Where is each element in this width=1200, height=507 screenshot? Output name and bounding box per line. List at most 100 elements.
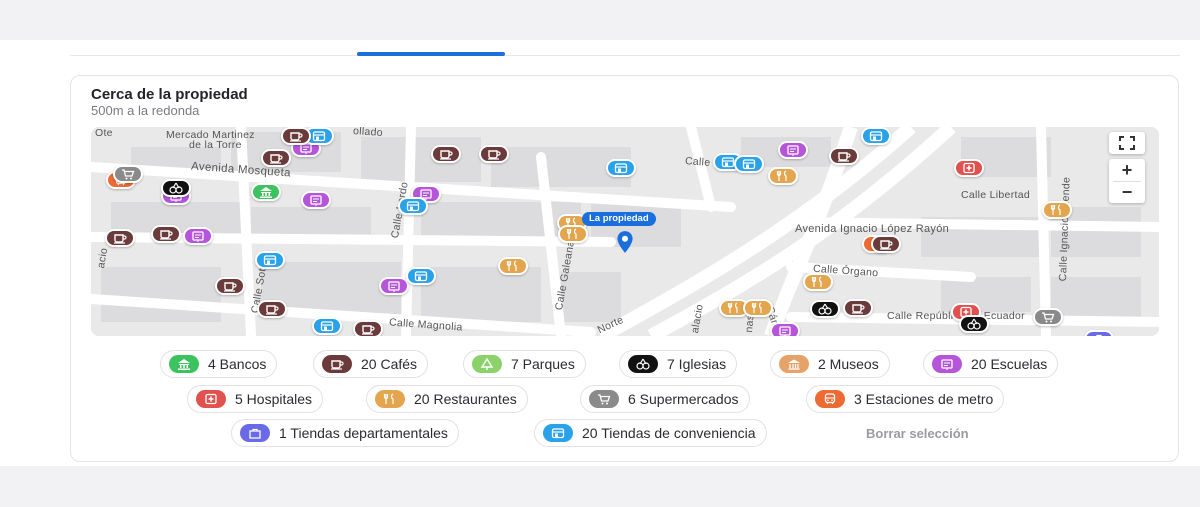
school-icon (779, 326, 791, 336)
bank-map-marker[interactable] (251, 183, 281, 201)
restaurant-icon (566, 228, 577, 239)
convenience-store-icon (406, 201, 420, 212)
zoom-out-button[interactable]: − (1122, 182, 1133, 203)
category-label: 7 Iglesias (667, 356, 727, 372)
coffee-icon (114, 234, 127, 244)
category-label: 20 Escuelas (971, 356, 1048, 372)
coffee-map-marker[interactable] (843, 299, 873, 317)
convenience-store-map-marker[interactable] (312, 317, 342, 335)
category-label: 5 Hospitales (235, 391, 313, 407)
category-chip[interactable]: 2 Museos (770, 350, 890, 378)
coffee-icon (160, 230, 173, 240)
school-map-marker[interactable] (379, 277, 409, 295)
department-store-badge (240, 424, 270, 442)
restaurant-map-marker[interactable] (743, 299, 773, 317)
restaurant-map-marker[interactable] (768, 167, 798, 185)
cart-map-marker[interactable] (113, 165, 143, 183)
coffee-map-marker[interactable] (105, 229, 135, 247)
hospital-icon (205, 393, 217, 405)
cart-icon (598, 394, 611, 405)
restaurant-map-marker[interactable] (498, 257, 528, 275)
convenience-store-map-marker[interactable] (398, 197, 428, 215)
category-label: 3 Estaciones de metro (854, 391, 994, 407)
church-map-marker[interactable] (161, 179, 191, 197)
category-chip[interactable]: 20 Escuelas (923, 350, 1059, 378)
street-label: Ote (95, 127, 113, 139)
category-chip[interactable]: 7 Parques (463, 350, 586, 378)
street-label: ollado (352, 127, 384, 140)
restaurant-map-marker[interactable] (803, 273, 833, 291)
coffee-map-marker[interactable] (431, 145, 461, 163)
convenience-store-icon (263, 255, 277, 266)
coffee-icon (880, 240, 893, 250)
coffee-map-marker[interactable] (829, 147, 859, 165)
convenience-store-icon (320, 321, 334, 332)
school-map-marker[interactable] (183, 227, 213, 245)
coffee-map-marker[interactable] (353, 320, 383, 336)
restaurant-icon (776, 170, 787, 181)
cart-badge (589, 390, 619, 408)
zoom-in-button[interactable]: + (1122, 159, 1133, 181)
category-chip[interactable]: 5 Hospitales (187, 385, 324, 413)
hospital-badge (196, 390, 226, 408)
category-chip[interactable]: 20 Tiendas de conveniencia (534, 419, 767, 447)
street-label: Calle (684, 155, 711, 169)
coffee-map-marker[interactable] (151, 225, 181, 243)
convenience-store-map-marker[interactable] (861, 127, 891, 145)
church-icon (818, 303, 832, 315)
school-badge (932, 355, 962, 373)
category-chip[interactable]: 6 Supermercados (580, 385, 750, 413)
category-chip[interactable]: 1 Tiendas departamentales (231, 419, 459, 447)
convenience-store-map-marker[interactable] (606, 159, 636, 177)
street-label: de la Torre (189, 139, 242, 151)
coffee-map-marker[interactable] (261, 149, 291, 167)
fullscreen-button[interactable] (1109, 132, 1145, 154)
convenience-store-map-marker[interactable] (734, 155, 764, 173)
property-pin-icon[interactable] (612, 229, 638, 260)
bottom-band (0, 466, 1200, 507)
school-map-marker[interactable] (770, 322, 800, 336)
convenience-store-map-marker[interactable] (406, 267, 436, 285)
coffee-map-marker[interactable] (281, 127, 311, 145)
coffee-map-marker[interactable] (257, 300, 287, 318)
church-map-marker[interactable] (810, 300, 840, 318)
category-chip[interactable]: 3 Estaciones de metro (806, 385, 1005, 413)
category-chip[interactable]: 20 Cafés (313, 350, 429, 378)
restaurant-map-marker[interactable] (1042, 201, 1072, 219)
category-chip[interactable]: 7 Iglesias (619, 350, 738, 378)
convenience-store-icon (614, 163, 628, 174)
coffee-icon (224, 282, 237, 292)
clear-selection-link[interactable]: Borrar selección (866, 426, 969, 441)
school-map-marker[interactable] (778, 141, 808, 159)
coffee-icon (270, 154, 283, 164)
coffee-icon (290, 132, 303, 142)
restaurant-badge (375, 390, 405, 408)
convenience-store-map-marker[interactable] (255, 251, 285, 269)
coffee-icon (440, 150, 453, 160)
section-subtitle: 500m a la redonda (91, 103, 200, 118)
category-label: 4 Bancos (208, 356, 267, 372)
coffee-map-marker[interactable] (479, 145, 509, 163)
church-map-marker[interactable] (959, 315, 989, 333)
convenience-store-icon (721, 157, 735, 168)
coffee-icon (488, 150, 501, 160)
restaurant-map-marker[interactable] (558, 225, 588, 243)
cart-map-marker[interactable] (1033, 308, 1063, 326)
nearby-map[interactable]: Mercado Martinez de la Torre Avenida Mos… (91, 127, 1159, 336)
active-tab-indicator[interactable] (357, 52, 505, 56)
zoom-controls: + − (1109, 159, 1145, 203)
department-store-map-marker[interactable] (1084, 330, 1114, 336)
category-chip[interactable]: 4 Bancos (160, 350, 278, 378)
restaurant-icon (506, 260, 517, 271)
school-map-marker[interactable] (301, 191, 331, 209)
school-icon (192, 231, 204, 242)
coffee-map-marker[interactable] (215, 277, 245, 295)
school-icon (941, 359, 953, 370)
category-label: 20 Restaurantes (414, 391, 517, 407)
museum-icon (788, 359, 800, 370)
street-label: nas (743, 314, 757, 334)
hospital-map-marker[interactable] (954, 159, 984, 177)
category-chip[interactable]: 20 Restaurantes (366, 385, 528, 413)
coffee-map-marker[interactable] (871, 235, 901, 253)
convenience-store-icon (742, 159, 756, 170)
